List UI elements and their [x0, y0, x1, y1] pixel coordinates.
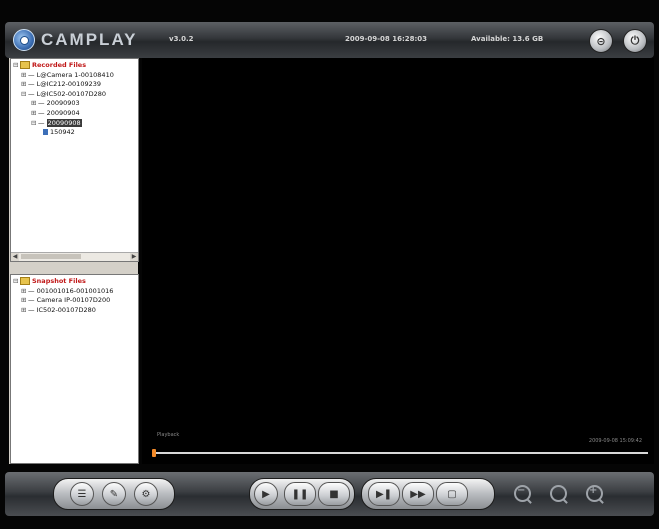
step-forward-icon: ▶❚	[375, 488, 393, 500]
tree-item[interactable]: ⊞ — 20090904	[13, 109, 114, 119]
logo-text: CAMPLAY	[41, 30, 138, 49]
tree-item-selected[interactable]: ⊟ — 20090908	[13, 118, 114, 129]
list-icon: ☰	[77, 488, 87, 500]
step-group: ▶❚ ▶▶ ▢	[361, 478, 495, 510]
snapshot-files-tree[interactable]: ⊟ Snapshot Files ⊞ — 001001016-001001016 ⊞…	[10, 274, 139, 464]
tree-item[interactable]: ⊞ — 001001016-001001016	[13, 287, 113, 297]
snapshot-icon: ▢	[447, 488, 457, 500]
pen-icon: ✎	[109, 488, 119, 500]
tree-item[interactable]: ⊞ — IC502-00107D280	[13, 306, 113, 316]
camplay-window: CAMPLAY v3.0.2 2009-09-08 16:28:03 Avail…	[0, 0, 659, 529]
power-close-icon: ⏻	[630, 34, 640, 47]
zoom-reset-icon	[549, 484, 567, 502]
step-forward-button[interactable]: ▶❚	[368, 482, 400, 506]
scroll-left-icon[interactable]: ◀	[11, 253, 19, 261]
minimize-button[interactable]: ⊝	[589, 29, 613, 53]
recorded-files-tree[interactable]: ⊟ Recorded Files ⊞ — L@Camera 1-00108410 ⊞…	[10, 58, 139, 262]
fast-forward-button[interactable]: ▶▶	[402, 482, 434, 506]
zoom-out-button[interactable]: −	[511, 482, 533, 504]
video-timestamp: 2009-09-08 15:09:42	[588, 438, 642, 444]
version-label: v3.0.2	[169, 35, 194, 43]
pause-button[interactable]: ❚❚	[284, 482, 316, 506]
video-file-icon	[43, 129, 48, 136]
title-bar: CAMPLAY v3.0.2 2009-09-08 16:28:03 Avail…	[5, 22, 654, 58]
fast-forward-icon: ▶▶	[410, 488, 426, 500]
tree-item[interactable]: 150942	[13, 128, 114, 138]
tree-item[interactable]: ⊞ — L@Camera 1-00108410	[13, 71, 114, 81]
settings-button[interactable]: ⚙	[134, 482, 158, 506]
tree-item[interactable]: ⊞ — L@IC212-00109239	[13, 80, 114, 90]
edit-button[interactable]: ✎	[102, 482, 126, 506]
video-display[interactable]: Playback 2009-09-08 15:09:42	[142, 58, 654, 464]
datetime-label: 2009-09-08 16:28:03	[345, 35, 428, 43]
file-browser-panel: ⊟ Recorded Files ⊞ — L@Camera 1-00108410 ⊞…	[9, 58, 139, 464]
snapshot-button[interactable]: ▢	[436, 482, 468, 506]
play-button[interactable]: ▶	[254, 482, 278, 506]
playback-group: ▶ ❚❚ ■	[249, 478, 355, 510]
pause-icon: ❚❚	[291, 488, 309, 500]
panel-divider[interactable]	[10, 262, 137, 272]
zoom-in-button[interactable]: +	[583, 482, 605, 504]
scroll-right-icon[interactable]: ▶	[130, 253, 138, 261]
playback-timeline[interactable]	[152, 449, 648, 457]
channel-label: Playback	[157, 432, 180, 438]
logo-icon	[13, 29, 35, 51]
app-logo: CAMPLAY	[13, 29, 138, 51]
stop-button[interactable]: ■	[318, 482, 350, 506]
tree-root-snapshot[interactable]: ⊟ Snapshot Files	[13, 277, 113, 287]
horizontal-scrollbar[interactable]: ◀ ▶	[11, 252, 138, 261]
stop-icon: ■	[329, 488, 339, 500]
minimize-icon: ⊝	[596, 34, 606, 48]
zoom-reset-button[interactable]	[547, 482, 569, 504]
folder-icon	[20, 277, 30, 285]
tree-root-recorded[interactable]: ⊟ Recorded Files	[13, 61, 114, 71]
settings-icon: ⚙	[141, 488, 151, 500]
scroll-thumb[interactable]	[21, 254, 81, 259]
available-space-label: Available: 13.6 GB	[471, 35, 544, 43]
play-icon: ▶	[262, 488, 270, 500]
tree-item[interactable]: ⊞ — 20090903	[13, 99, 114, 109]
playhead-slider[interactable]	[152, 449, 156, 457]
tools-group: ☰ ✎ ⚙	[53, 478, 175, 510]
folder-icon	[20, 61, 30, 69]
list-button[interactable]: ☰	[70, 482, 94, 506]
control-bar: ☰ ✎ ⚙ ▶ ❚❚ ■ ▶❚ ▶▶ ▢ − +	[5, 472, 654, 516]
tree-item[interactable]: ⊞ — Camera IP-00107D200	[13, 296, 113, 306]
tree-item[interactable]: ⊟ — L@IC502-00107D280	[13, 90, 114, 100]
close-button[interactable]: ⏻	[623, 29, 647, 53]
